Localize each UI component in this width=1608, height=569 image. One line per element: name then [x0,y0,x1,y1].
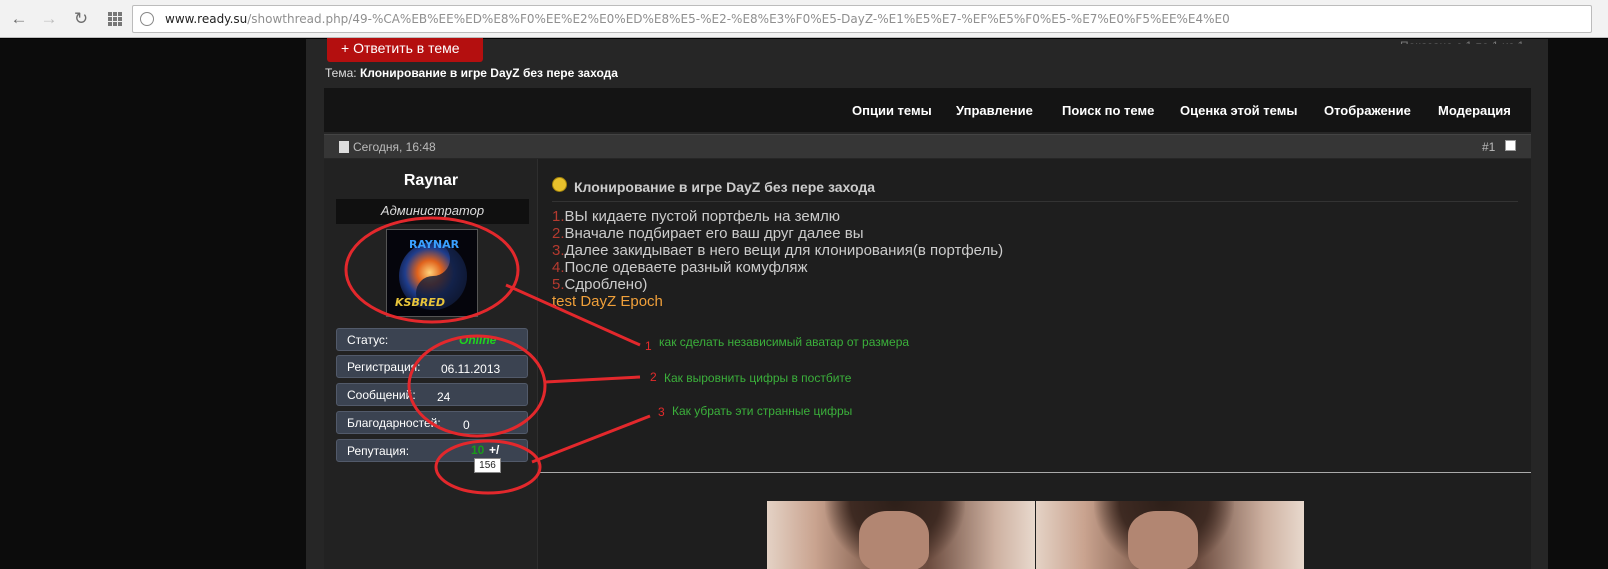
reply-button[interactable]: + Ответить в теме [327,38,483,62]
post-body: Raynar Администратор RAYNAR KSBRED Стату… [324,159,1531,569]
post-header: Сегодня, 16:48 #1 [324,134,1531,158]
tool-management[interactable]: Управление [956,103,1033,118]
annotation-2-number: 2 [650,370,657,384]
url-text[interactable]: www.ready.su/showthread.php/49-%CA%EB%EE… [165,12,1230,26]
reputation-tooltip: 156 [474,458,501,473]
annotation-1-number: 1 [645,339,652,353]
stat-status: Статус: Online [336,328,528,351]
status-online: Online [459,333,497,347]
document-icon [339,141,349,153]
post-title: Клонирование в игре DayZ без пере захода [574,179,875,195]
user-info: Raynar Администратор RAYNAR KSBRED Стату… [324,159,538,569]
stat-thanks: Благодарностей: 0 [336,411,528,434]
signature: test DayZ Epoch [552,293,663,310]
thread-title: Тема: Клонирование в игре DayZ без пере … [325,66,618,80]
page-info-icon[interactable] [140,12,154,26]
username[interactable]: Raynar [324,172,538,190]
post-number[interactable]: #1 [1482,140,1495,154]
avatar-text-bottom: KSBRED [395,296,445,309]
post-line: 3.Далее закидывает в него вещи для клони… [552,242,1004,259]
browser-toolbar: ← → ↻ www.ready.su/showthread.php/49-%CA… [0,0,1608,38]
tool-search-thread[interactable]: Поиск по теме [1062,103,1154,118]
back-icon[interactable]: ← [8,8,30,30]
content-divider [539,472,1531,473]
post-line: 5.Сдроблено) [552,276,648,293]
tool-rate-thread[interactable]: Оценка этой темы [1180,103,1297,118]
post-content: Клонирование в игре DayZ без пере захода… [538,159,1531,569]
thread-toolbar: Опции темы Управление Поиск по теме Оцен… [324,88,1531,132]
post-line: 2.Вначале подбирает его ваш друг далее в… [552,225,864,242]
title-divider [552,201,1518,202]
smile-icon [552,177,567,192]
tool-display[interactable]: Отображение [1324,103,1411,118]
annotation-2-text: Как выровнить цифры в постбите [664,371,852,385]
reload-icon[interactable]: ↻ [70,8,92,30]
apps-icon[interactable] [108,12,122,26]
avatar[interactable]: RAYNAR KSBRED [386,229,478,317]
annotation-3-number: 3 [658,405,665,419]
post-select-checkbox[interactable] [1505,140,1516,151]
stat-registration: Регистрация: 06.11.2013 [336,355,528,378]
user-title: Администратор [336,199,529,224]
image-left[interactable] [767,501,1035,569]
post-date: Сегодня, 16:48 [339,140,436,154]
post-line: 4.После одеваете разный комуфляж [552,259,808,276]
address-bar[interactable]: www.ready.su/showthread.php/49-%CA%EB%EE… [132,5,1592,33]
post-text: 1.ВЫ кидаете пустой портфель на землю 2.… [552,208,1003,310]
annotation-3-text: Как убрать эти странные цифры [672,404,853,418]
stat-posts: Сообщений: 24 [336,383,528,406]
right-background [1548,39,1608,569]
forward-icon[interactable]: → [38,8,60,30]
image-right[interactable] [1036,501,1304,569]
avatar-text-top: RAYNAR [409,238,460,251]
annotation-1-text: как сделать независимый аватар от размер… [659,335,910,349]
tool-moderation[interactable]: Модерация [1438,103,1511,118]
left-background [0,39,306,569]
pagination-info: Показано с 1 по 1 из 1 [1400,39,1524,44]
post-line: 1.ВЫ кидаете пустой портфель на землю [552,208,841,225]
tool-thread-options[interactable]: Опции темы [852,103,932,118]
